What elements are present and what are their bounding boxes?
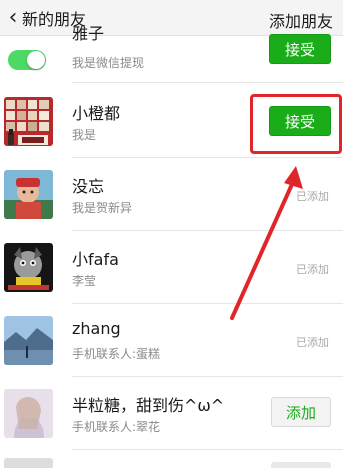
annotation-arrow-icon <box>230 166 303 320</box>
